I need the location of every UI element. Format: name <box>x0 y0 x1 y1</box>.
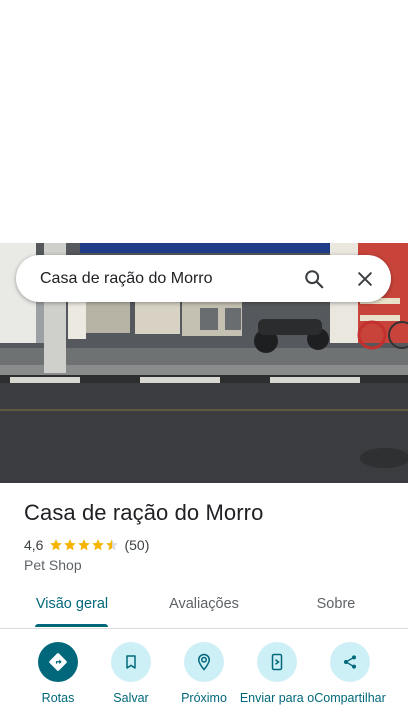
action-buttons: Rotas Salvar Próximo Enviar para o Compa… <box>0 640 408 726</box>
directions-label: Rotas <box>41 691 75 705</box>
tab-reviews[interactable]: Avaliações <box>152 585 256 628</box>
search-input[interactable] <box>40 268 290 290</box>
bookmark-icon <box>111 642 151 682</box>
share-label: Compartilhar <box>314 691 386 705</box>
rating-row[interactable]: 4,6 (50) <box>24 536 149 554</box>
share-icon <box>330 642 370 682</box>
send-to-phone-icon <box>257 642 297 682</box>
nearby-button[interactable]: Próximo <box>164 640 244 706</box>
star-icon <box>50 539 63 551</box>
half-star-icon <box>106 539 119 551</box>
save-button[interactable]: Salvar <box>91 640 171 706</box>
directions-icon <box>38 642 78 682</box>
search-bar[interactable] <box>16 255 391 302</box>
save-label: Salvar <box>113 691 149 705</box>
nearby-label: Próximo <box>181 691 227 705</box>
active-tab-indicator <box>35 624 108 627</box>
star-icon <box>92 539 105 551</box>
star-icon <box>64 539 77 551</box>
nearby-icon <box>184 642 224 682</box>
send-to-phone-button[interactable]: Enviar para o <box>237 640 317 706</box>
tab-about[interactable]: Sobre <box>296 585 376 628</box>
tab-overview[interactable]: Visão geral <box>24 585 120 628</box>
share-button[interactable]: Compartilhar <box>310 640 390 706</box>
review-count[interactable]: (50) <box>124 537 149 553</box>
close-icon[interactable] <box>353 267 377 291</box>
send-to-phone-label: Enviar para o <box>239 691 315 705</box>
directions-button[interactable]: Rotas <box>18 640 98 706</box>
place-title: Casa de ração do Morro <box>24 500 264 525</box>
search-icon[interactable] <box>302 267 326 291</box>
star-icon <box>78 539 91 551</box>
rating-value: 4,6 <box>24 537 44 553</box>
tab-bar: Visão geral Avaliações Sobre <box>0 585 408 629</box>
rating-stars <box>49 538 119 552</box>
place-category: Pet Shop <box>24 557 82 573</box>
